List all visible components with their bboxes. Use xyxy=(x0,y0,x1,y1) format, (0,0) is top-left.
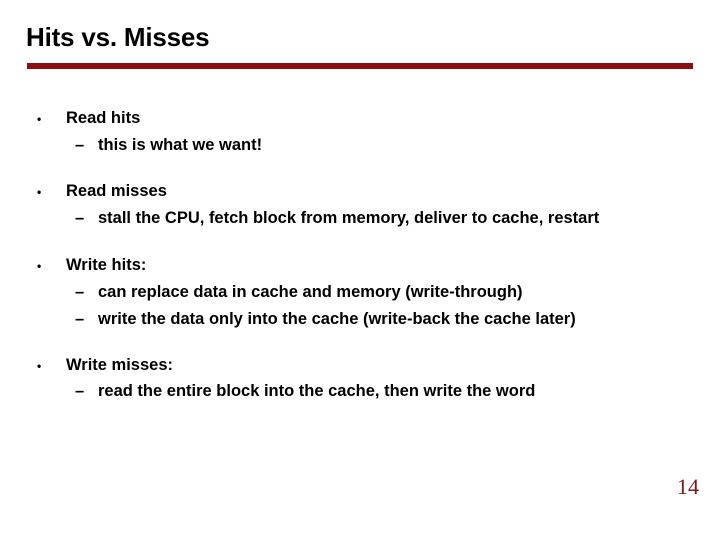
title-underline-rule xyxy=(27,63,693,69)
sub-bullet-text: stall the CPU, fetch block from memory, … xyxy=(98,209,600,227)
page-number: 14 xyxy=(677,474,699,499)
bullet-label: Read misses xyxy=(66,182,167,200)
dash-icon: – xyxy=(75,382,85,400)
bullet-icon: • xyxy=(37,359,42,373)
sub-bullet-text: can replace data in cache and memory (wr… xyxy=(98,283,523,301)
bullet-label: Write misses: xyxy=(66,356,173,374)
bullet-icon: • xyxy=(37,259,42,273)
bullet-label: Read hits xyxy=(66,109,141,127)
dash-icon: – xyxy=(75,209,85,227)
sub-bullet-text: read the entire block into the cache, th… xyxy=(98,382,536,400)
sub-bullet-text: write the data only into the cache (writ… xyxy=(98,310,576,328)
bullet-icon: • xyxy=(37,112,42,126)
dash-icon: – xyxy=(75,136,85,154)
slide-title: Hits vs. Misses xyxy=(26,22,210,52)
bullet-icon: • xyxy=(37,185,42,199)
sub-bullet-text: this is what we want! xyxy=(98,136,263,154)
dash-icon: – xyxy=(75,310,85,328)
bullet-label: Write hits: xyxy=(66,256,147,274)
dash-icon: – xyxy=(75,283,85,301)
